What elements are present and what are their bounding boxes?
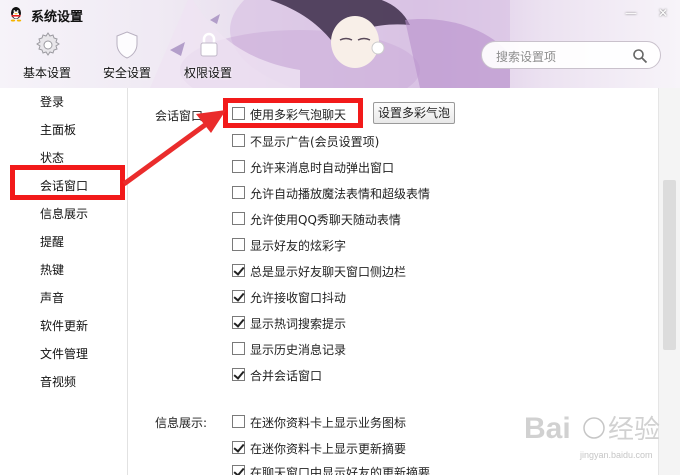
option-label: 允许自动播放魔法表情和超级表情 (250, 187, 431, 201)
tab-label: 基本设置 (22, 66, 71, 80)
sidebar-item-main-panel[interactable]: 主面板 (40, 121, 76, 138)
lock-icon (200, 32, 218, 57)
close-button[interactable]: ✕ (652, 4, 674, 22)
sidebar-item-reminder[interactable]: 提醒 (40, 233, 64, 250)
checkbox[interactable] (232, 368, 245, 381)
checkbox[interactable] (232, 316, 245, 329)
sidebar-item-software-update[interactable]: 软件更新 (40, 317, 88, 334)
checkbox[interactable] (232, 160, 245, 173)
sidebar-item-status[interactable]: 状态 (40, 149, 64, 166)
checkbox[interactable] (232, 290, 245, 303)
option-label: 允许接收窗口抖动 (250, 291, 347, 305)
option-label: 在迷你资料卡上显示业务图标 (250, 416, 407, 430)
search-input[interactable]: 搜索设置项 (496, 48, 556, 65)
option-label: 显示历史消息记录 (250, 343, 347, 357)
sidebar: 登录 主面板 状态 会话窗口 信息展示 提醒 热键 声音 软件更新 文件管理 音… (0, 88, 128, 475)
svg-text:Bai: Bai (524, 412, 571, 445)
gear-icon (36, 32, 60, 56)
checkbox[interactable] (232, 186, 245, 199)
window-title: 系统设置 (31, 10, 84, 25)
option-label: 总是显示好友聊天窗口侧边栏 (250, 265, 407, 279)
checkbox[interactable] (232, 134, 245, 147)
section-label-session-window: 会话窗口: (155, 109, 208, 123)
search-icon[interactable] (632, 48, 648, 64)
shield-icon (116, 31, 138, 59)
option-label: 显示好友的炫彩字 (250, 239, 347, 253)
checkbox[interactable] (232, 441, 245, 454)
checkbox[interactable] (232, 465, 245, 475)
sidebar-item-file-management[interactable]: 文件管理 (40, 345, 88, 362)
minimize-button[interactable]: — (620, 4, 642, 22)
option-label: 允许来消息时自动弹出窗口 (250, 161, 395, 175)
tab-label: 安全设置 (102, 66, 151, 80)
tab-label: 权限设置 (183, 66, 232, 80)
option-label: 显示热词搜索提示 (250, 317, 347, 331)
checkbox[interactable] (232, 415, 245, 428)
checkbox[interactable] (232, 264, 245, 277)
checkbox[interactable] (232, 212, 245, 225)
baidu-watermark-logo: Bai 经验 jingyan.baidu.com (524, 412, 660, 460)
svg-text:经验: 经验 (608, 414, 660, 444)
svg-text:jingyan.baidu.com: jingyan.baidu.com (579, 450, 653, 460)
highlight-box-session-window (10, 165, 125, 200)
sidebar-item-audio-video[interactable]: 音视频 (40, 373, 76, 390)
sidebar-item-login[interactable]: 登录 (40, 93, 64, 110)
checkbox[interactable] (232, 238, 245, 251)
title-bar: 系统设置 — ✕ 基本设置 安全设置 权限设置 搜索设置项 (0, 0, 680, 88)
set-colorful-bubble-button[interactable]: 设置多彩气泡 (373, 102, 455, 124)
checkbox[interactable] (232, 342, 245, 355)
sidebar-item-info-display[interactable]: 信息展示 (40, 205, 88, 222)
section-label-info-display: 信息展示: (155, 416, 208, 430)
tab-security-settings[interactable]: 安全设置 (98, 30, 156, 82)
option-label: 允许使用QQ秀聊天随动表情 (250, 213, 401, 227)
option-label: 在聊天窗口中显示好友的更新摘要 (250, 466, 431, 475)
tab-permission-settings[interactable]: 权限设置 (178, 30, 238, 82)
highlight-box-colorful-bubble (223, 98, 363, 128)
sidebar-item-hotkey[interactable]: 热键 (40, 261, 64, 278)
option-label: 在迷你资料卡上显示更新摘要 (250, 442, 407, 456)
tab-basic-settings[interactable]: 基本设置 (16, 30, 78, 82)
scrollbar-thumb[interactable] (663, 180, 676, 350)
option-label: 不显示广告(会员设置项) (250, 135, 380, 149)
sidebar-item-sound[interactable]: 声音 (40, 289, 64, 306)
search-box[interactable]: 搜索设置项 (481, 41, 661, 69)
qq-penguin-icon (10, 7, 22, 22)
option-label: 合并会话窗口 (250, 369, 323, 383)
